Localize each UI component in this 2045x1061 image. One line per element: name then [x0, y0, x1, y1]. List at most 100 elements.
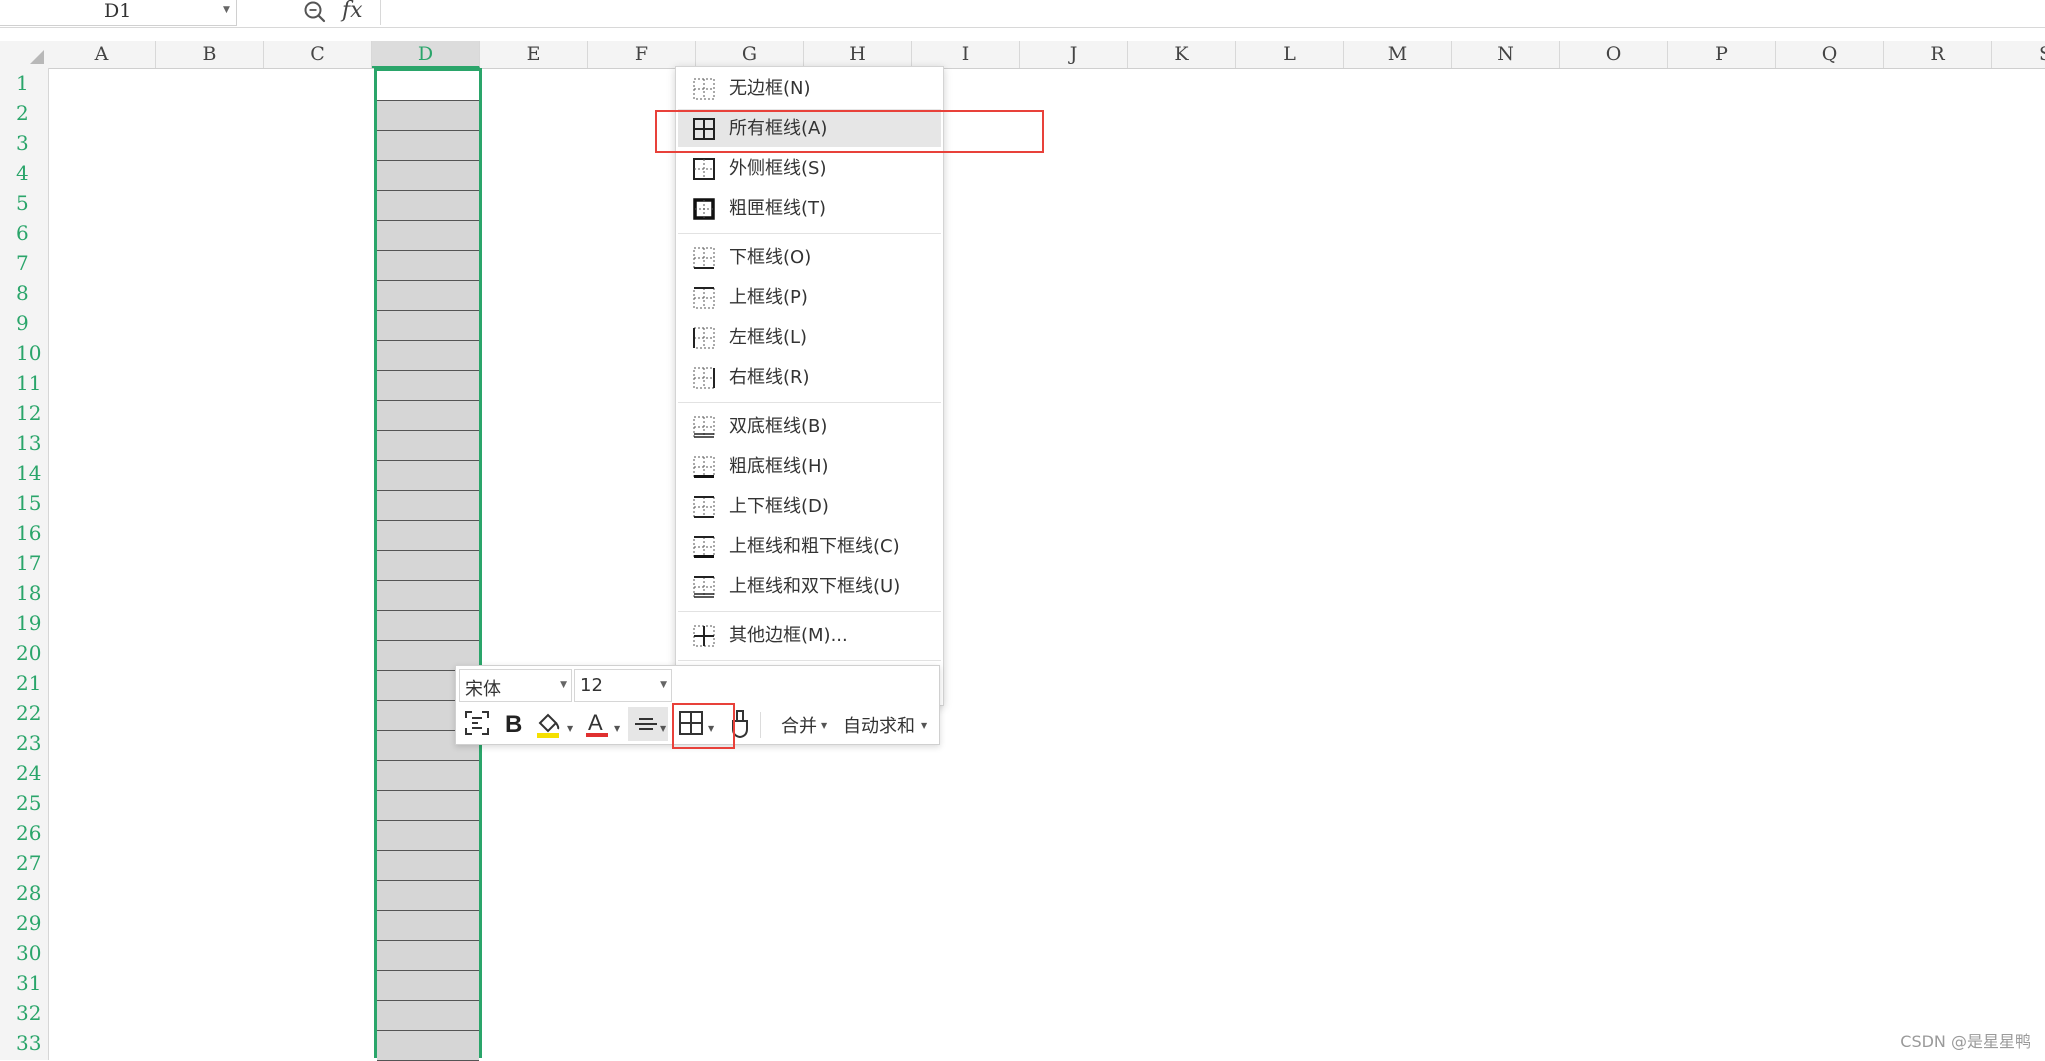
row-header-16[interactable]: 16	[0, 518, 48, 548]
cell-d3[interactable]	[377, 131, 479, 161]
row-header-13[interactable]: 13	[0, 428, 48, 458]
column-header-p[interactable]: P	[1668, 41, 1776, 68]
row-header-6[interactable]: 6	[0, 218, 48, 248]
menu-item-top-bottom-border[interactable]: 上下框线(D)	[678, 487, 941, 525]
row-header-4[interactable]: 4	[0, 158, 48, 188]
cell-d24[interactable]	[377, 761, 479, 791]
row-header-21[interactable]: 21	[0, 668, 48, 698]
selected-column-d[interactable]	[374, 68, 482, 1061]
column-header-l[interactable]: L	[1236, 41, 1344, 68]
row-header-9[interactable]: 9	[0, 308, 48, 338]
chevron-down-icon[interactable]: ▼	[614, 724, 620, 733]
menu-item-thick-box-border[interactable]: 粗匣框线(T)	[678, 189, 941, 227]
select-all-corner[interactable]	[0, 41, 49, 69]
cell-d28[interactable]	[377, 881, 479, 911]
column-header-j[interactable]: J	[1020, 41, 1128, 68]
zoom-icon[interactable]	[302, 0, 328, 24]
cell-d5[interactable]	[377, 191, 479, 221]
menu-item-top-double-bottom-border[interactable]: 上框线和双下框线(U)	[678, 567, 941, 605]
cell-d27[interactable]	[377, 851, 479, 881]
column-header-d[interactable]: D	[372, 41, 480, 68]
cell-d9[interactable]	[377, 311, 479, 341]
column-header-c[interactable]: C	[264, 41, 372, 68]
column-header-m[interactable]: M	[1344, 41, 1452, 68]
row-header-20[interactable]: 20	[0, 638, 48, 668]
column-header-f[interactable]: F	[588, 41, 696, 68]
font-size-select[interactable]: 12 ▼	[574, 669, 672, 702]
fill-color-button[interactable]	[534, 709, 564, 739]
row-header-23[interactable]: 23	[0, 728, 48, 758]
menu-item-outside-borders[interactable]: 外侧框线(S)	[678, 149, 941, 187]
row-header-12[interactable]: 12	[0, 398, 48, 428]
cell-d25[interactable]	[377, 791, 479, 821]
row-header-19[interactable]: 19	[0, 608, 48, 638]
row-header-10[interactable]: 10	[0, 338, 48, 368]
cell-d30[interactable]	[377, 941, 479, 971]
cell-d13[interactable]	[377, 431, 479, 461]
row-header-26[interactable]: 26	[0, 818, 48, 848]
column-header-k[interactable]: K	[1128, 41, 1236, 68]
row-header-31[interactable]: 31	[0, 968, 48, 998]
column-header-q[interactable]: Q	[1776, 41, 1884, 68]
cell-d2[interactable]	[377, 101, 479, 131]
row-header-15[interactable]: 15	[0, 488, 48, 518]
menu-item-right-border[interactable]: 右框线(R)	[678, 358, 941, 396]
autosum-button[interactable]: 自动求和	[843, 712, 915, 738]
cell-d12[interactable]	[377, 401, 479, 431]
row-header-3[interactable]: 3	[0, 128, 48, 158]
column-header-i[interactable]: I	[912, 41, 1020, 68]
row-header-27[interactable]: 27	[0, 848, 48, 878]
column-header-r[interactable]: R	[1884, 41, 1992, 68]
column-header-e[interactable]: E	[480, 41, 588, 68]
row-header-30[interactable]: 30	[0, 938, 48, 968]
cell-d29[interactable]	[377, 911, 479, 941]
font-name-select[interactable]: 宋体 ▼	[459, 669, 572, 702]
row-header-14[interactable]: 14	[0, 458, 48, 488]
column-header-a[interactable]: A	[48, 41, 156, 68]
column-header-s[interactable]: S	[1992, 41, 2045, 68]
cell-d18[interactable]	[377, 581, 479, 611]
menu-item-no-border[interactable]: 无边框(N)	[678, 69, 941, 107]
chevron-down-icon[interactable]: ▼	[921, 721, 927, 730]
cell-d26[interactable]	[377, 821, 479, 851]
row-header-29[interactable]: 29	[0, 908, 48, 938]
cell-d33[interactable]	[377, 1031, 479, 1061]
cell-d10[interactable]	[377, 341, 479, 371]
column-header-h[interactable]: H	[804, 41, 912, 68]
row-header-32[interactable]: 32	[0, 998, 48, 1028]
row-header-25[interactable]: 25	[0, 788, 48, 818]
fx-icon[interactable]: fx	[342, 0, 363, 23]
menu-item-left-border[interactable]: 左框线(L)	[678, 318, 941, 356]
chevron-down-icon[interactable]: ▼	[821, 721, 827, 730]
font-color-button[interactable]: A	[583, 709, 611, 739]
cell-d19[interactable]	[377, 611, 479, 641]
menu-item-more-borders[interactable]: 其他边框(M)...	[678, 616, 941, 654]
row-header-28[interactable]: 28	[0, 878, 48, 908]
chevron-down-icon[interactable]: ▼	[567, 724, 573, 733]
menu-item-top-thick-bottom-border[interactable]: 上框线和粗下框线(C)	[678, 527, 941, 565]
cell-d14[interactable]	[377, 461, 479, 491]
row-header-11[interactable]: 11	[0, 368, 48, 398]
column-header-n[interactable]: N	[1452, 41, 1560, 68]
smart-select-button[interactable]	[463, 709, 491, 739]
merge-button[interactable]: 合并	[781, 712, 817, 738]
cell-d16[interactable]	[377, 521, 479, 551]
row-header-2[interactable]: 2	[0, 98, 48, 128]
cell-d4[interactable]	[377, 161, 479, 191]
chevron-down-icon[interactable]: ▼	[660, 724, 666, 733]
cell-d32[interactable]	[377, 1001, 479, 1031]
row-header-7[interactable]: 7	[0, 248, 48, 278]
row-header-8[interactable]: 8	[0, 278, 48, 308]
cell-d7[interactable]	[377, 251, 479, 281]
formula-input[interactable]	[380, 0, 2045, 25]
cell-d15[interactable]	[377, 491, 479, 521]
cell-d6[interactable]	[377, 221, 479, 251]
row-header-33[interactable]: 33	[0, 1028, 48, 1058]
menu-item-bottom-border[interactable]: 下框线(O)	[678, 238, 941, 276]
cell-d11[interactable]	[377, 371, 479, 401]
cell-d1[interactable]	[377, 71, 479, 101]
bold-button[interactable]: B	[501, 709, 527, 739]
menu-item-top-border[interactable]: 上框线(P)	[678, 278, 941, 316]
chevron-down-icon[interactable]: ▼	[223, 5, 230, 15]
cell-d31[interactable]	[377, 971, 479, 1001]
